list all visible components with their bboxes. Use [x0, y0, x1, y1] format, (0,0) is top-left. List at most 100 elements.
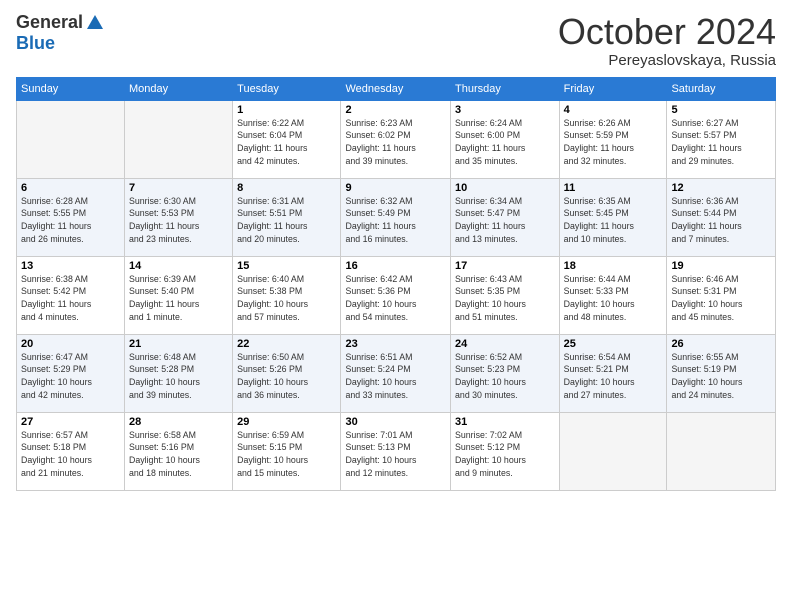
day-info: Sunrise: 7:02 AM Sunset: 5:12 PM Dayligh… — [455, 429, 555, 480]
table-row: 2Sunrise: 6:23 AM Sunset: 6:02 PM Daylig… — [341, 100, 451, 178]
table-row: 12Sunrise: 6:36 AM Sunset: 5:44 PM Dayli… — [667, 178, 776, 256]
day-number: 24 — [455, 338, 555, 350]
table-row: 6Sunrise: 6:28 AM Sunset: 5:55 PM Daylig… — [17, 178, 125, 256]
day-number: 25 — [564, 338, 663, 350]
day-info: Sunrise: 6:59 AM Sunset: 5:15 PM Dayligh… — [237, 429, 336, 480]
calendar-week-row: 13Sunrise: 6:38 AM Sunset: 5:42 PM Dayli… — [17, 256, 776, 334]
day-info: Sunrise: 6:28 AM Sunset: 5:55 PM Dayligh… — [21, 195, 120, 246]
day-number: 5 — [671, 104, 771, 116]
calendar-week-row: 1Sunrise: 6:22 AM Sunset: 6:04 PM Daylig… — [17, 100, 776, 178]
table-row: 4Sunrise: 6:26 AM Sunset: 5:59 PM Daylig… — [559, 100, 667, 178]
day-info: Sunrise: 6:34 AM Sunset: 5:47 PM Dayligh… — [455, 195, 555, 246]
day-number: 14 — [129, 260, 228, 272]
col-saturday: Saturday — [667, 77, 776, 100]
table-row: 18Sunrise: 6:44 AM Sunset: 5:33 PM Dayli… — [559, 256, 667, 334]
day-info: Sunrise: 6:36 AM Sunset: 5:44 PM Dayligh… — [671, 195, 771, 246]
day-number: 27 — [21, 416, 120, 428]
table-row — [667, 412, 776, 490]
col-monday: Monday — [125, 77, 233, 100]
logo: General Blue — [16, 12, 105, 54]
day-number: 7 — [129, 182, 228, 194]
col-friday: Friday — [559, 77, 667, 100]
day-number: 16 — [345, 260, 446, 272]
calendar-week-row: 27Sunrise: 6:57 AM Sunset: 5:18 PM Dayli… — [17, 412, 776, 490]
day-number: 3 — [455, 104, 555, 116]
day-number: 20 — [21, 338, 120, 350]
day-number: 31 — [455, 416, 555, 428]
day-info: Sunrise: 6:43 AM Sunset: 5:35 PM Dayligh… — [455, 273, 555, 324]
day-info: Sunrise: 6:55 AM Sunset: 5:19 PM Dayligh… — [671, 351, 771, 402]
table-row: 15Sunrise: 6:40 AM Sunset: 5:38 PM Dayli… — [233, 256, 341, 334]
day-info: Sunrise: 6:50 AM Sunset: 5:26 PM Dayligh… — [237, 351, 336, 402]
table-row: 23Sunrise: 6:51 AM Sunset: 5:24 PM Dayli… — [341, 334, 451, 412]
day-number: 29 — [237, 416, 336, 428]
day-number: 11 — [564, 182, 663, 194]
day-info: Sunrise: 6:46 AM Sunset: 5:31 PM Dayligh… — [671, 273, 771, 324]
table-row: 27Sunrise: 6:57 AM Sunset: 5:18 PM Dayli… — [17, 412, 125, 490]
day-number: 13 — [21, 260, 120, 272]
logo-blue-text: Blue — [16, 33, 55, 54]
table-row: 17Sunrise: 6:43 AM Sunset: 5:35 PM Dayli… — [451, 256, 560, 334]
day-number: 6 — [21, 182, 120, 194]
table-row: 5Sunrise: 6:27 AM Sunset: 5:57 PM Daylig… — [667, 100, 776, 178]
col-thursday: Thursday — [451, 77, 560, 100]
day-info: Sunrise: 6:38 AM Sunset: 5:42 PM Dayligh… — [21, 273, 120, 324]
day-info: Sunrise: 6:27 AM Sunset: 5:57 PM Dayligh… — [671, 117, 771, 168]
table-row: 20Sunrise: 6:47 AM Sunset: 5:29 PM Dayli… — [17, 334, 125, 412]
day-info: Sunrise: 6:35 AM Sunset: 5:45 PM Dayligh… — [564, 195, 663, 246]
day-info: Sunrise: 6:31 AM Sunset: 5:51 PM Dayligh… — [237, 195, 336, 246]
day-info: Sunrise: 6:51 AM Sunset: 5:24 PM Dayligh… — [345, 351, 446, 402]
day-number: 21 — [129, 338, 228, 350]
day-info: Sunrise: 6:30 AM Sunset: 5:53 PM Dayligh… — [129, 195, 228, 246]
day-number: 4 — [564, 104, 663, 116]
day-info: Sunrise: 6:26 AM Sunset: 5:59 PM Dayligh… — [564, 117, 663, 168]
table-row: 10Sunrise: 6:34 AM Sunset: 5:47 PM Dayli… — [451, 178, 560, 256]
day-info: Sunrise: 6:32 AM Sunset: 5:49 PM Dayligh… — [345, 195, 446, 246]
table-row: 11Sunrise: 6:35 AM Sunset: 5:45 PM Dayli… — [559, 178, 667, 256]
table-row: 21Sunrise: 6:48 AM Sunset: 5:28 PM Dayli… — [125, 334, 233, 412]
table-row: 25Sunrise: 6:54 AM Sunset: 5:21 PM Dayli… — [559, 334, 667, 412]
table-row: 28Sunrise: 6:58 AM Sunset: 5:16 PM Dayli… — [125, 412, 233, 490]
day-info: Sunrise: 6:48 AM Sunset: 5:28 PM Dayligh… — [129, 351, 228, 402]
table-row — [559, 412, 667, 490]
day-info: Sunrise: 6:40 AM Sunset: 5:38 PM Dayligh… — [237, 273, 336, 324]
calendar-page: General Blue October 2024 Pereyaslovskay… — [0, 0, 792, 612]
day-info: Sunrise: 6:39 AM Sunset: 5:40 PM Dayligh… — [129, 273, 228, 324]
header: General Blue October 2024 Pereyaslovskay… — [16, 12, 776, 69]
calendar-table: Sunday Monday Tuesday Wednesday Thursday… — [16, 77, 776, 491]
day-number: 15 — [237, 260, 336, 272]
day-number: 2 — [345, 104, 446, 116]
day-number: 22 — [237, 338, 336, 350]
day-info: Sunrise: 6:24 AM Sunset: 6:00 PM Dayligh… — [455, 117, 555, 168]
day-info: Sunrise: 6:57 AM Sunset: 5:18 PM Dayligh… — [21, 429, 120, 480]
table-row: 7Sunrise: 6:30 AM Sunset: 5:53 PM Daylig… — [125, 178, 233, 256]
day-info: Sunrise: 6:54 AM Sunset: 5:21 PM Dayligh… — [564, 351, 663, 402]
day-number: 1 — [237, 104, 336, 116]
logo-general-text: General — [16, 12, 83, 33]
day-info: Sunrise: 7:01 AM Sunset: 5:13 PM Dayligh… — [345, 429, 446, 480]
table-row: 30Sunrise: 7:01 AM Sunset: 5:13 PM Dayli… — [341, 412, 451, 490]
table-row: 8Sunrise: 6:31 AM Sunset: 5:51 PM Daylig… — [233, 178, 341, 256]
day-info: Sunrise: 6:44 AM Sunset: 5:33 PM Dayligh… — [564, 273, 663, 324]
table-row: 19Sunrise: 6:46 AM Sunset: 5:31 PM Dayli… — [667, 256, 776, 334]
day-info: Sunrise: 6:22 AM Sunset: 6:04 PM Dayligh… — [237, 117, 336, 168]
col-tuesday: Tuesday — [233, 77, 341, 100]
day-info: Sunrise: 6:52 AM Sunset: 5:23 PM Dayligh… — [455, 351, 555, 402]
table-row: 9Sunrise: 6:32 AM Sunset: 5:49 PM Daylig… — [341, 178, 451, 256]
day-number: 30 — [345, 416, 446, 428]
table-row: 14Sunrise: 6:39 AM Sunset: 5:40 PM Dayli… — [125, 256, 233, 334]
day-number: 23 — [345, 338, 446, 350]
day-number: 12 — [671, 182, 771, 194]
day-number: 17 — [455, 260, 555, 272]
day-number: 10 — [455, 182, 555, 194]
day-number: 26 — [671, 338, 771, 350]
table-row: 26Sunrise: 6:55 AM Sunset: 5:19 PM Dayli… — [667, 334, 776, 412]
day-number: 28 — [129, 416, 228, 428]
header-row: Sunday Monday Tuesday Wednesday Thursday… — [17, 77, 776, 100]
day-number: 19 — [671, 260, 771, 272]
table-row — [17, 100, 125, 178]
day-info: Sunrise: 6:47 AM Sunset: 5:29 PM Dayligh… — [21, 351, 120, 402]
day-number: 9 — [345, 182, 446, 194]
calendar-week-row: 6Sunrise: 6:28 AM Sunset: 5:55 PM Daylig… — [17, 178, 776, 256]
day-number: 8 — [237, 182, 336, 194]
